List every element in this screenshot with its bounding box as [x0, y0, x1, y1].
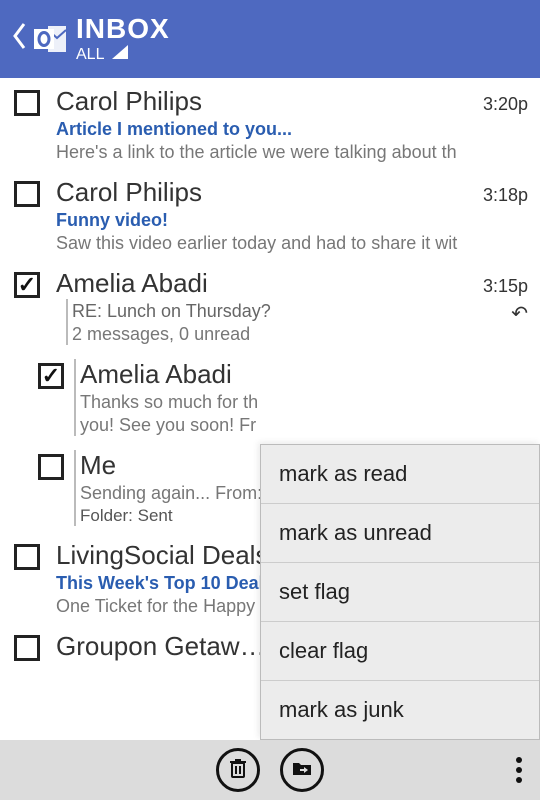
- sender-label: LivingSocial Deals: [56, 540, 268, 571]
- menu-mark-as-read[interactable]: mark as read: [261, 445, 539, 504]
- sender-label: Amelia Abadi: [56, 268, 208, 299]
- inbox-title: INBOX: [76, 14, 170, 45]
- checkbox[interactable]: [14, 90, 40, 116]
- time-label: 3:20p: [483, 94, 528, 115]
- app-header: INBOX ALL: [0, 0, 540, 78]
- move-button[interactable]: [280, 748, 324, 792]
- delete-button[interactable]: [216, 748, 260, 792]
- filter-label[interactable]: ALL: [76, 46, 104, 64]
- menu-mark-as-unread[interactable]: mark as unread: [261, 504, 539, 563]
- sender-label: Carol Philips: [56, 177, 202, 208]
- menu-clear-flag[interactable]: clear flag: [261, 622, 539, 681]
- outlook-logo-icon: [32, 20, 70, 58]
- preview-label: 2 messages, 0 unread: [72, 324, 511, 345]
- menu-mark-as-junk[interactable]: mark as junk: [261, 681, 539, 739]
- signal-icon: [112, 45, 128, 64]
- message-row[interactable]: Amelia Abadi Thanks so much for th you! …: [0, 351, 540, 442]
- message-row[interactable]: Carol Philips 3:20p Article I mentioned …: [0, 78, 540, 169]
- context-menu: mark as read mark as unread set flag cle…: [260, 444, 540, 740]
- time-label: 3:15p: [483, 276, 528, 297]
- preview-label: Thanks so much for th: [80, 392, 528, 413]
- checkbox[interactable]: [38, 454, 64, 480]
- sender-label: Amelia Abadi: [80, 359, 232, 390]
- checkbox[interactable]: [14, 635, 40, 661]
- subject-label: Funny video!: [56, 210, 528, 231]
- message-row[interactable]: Amelia Abadi 3:15p RE: Lunch on Thursday…: [0, 260, 540, 351]
- checkbox[interactable]: [14, 272, 40, 298]
- checkbox[interactable]: [14, 544, 40, 570]
- subject-label: RE: Lunch on Thursday?: [72, 301, 511, 322]
- overflow-menu-button[interactable]: [516, 757, 522, 783]
- checkbox[interactable]: [38, 363, 64, 389]
- preview-label: you! See you soon! Fr: [80, 415, 528, 436]
- folder-move-icon: [291, 759, 313, 782]
- header-text: INBOX ALL: [76, 14, 170, 63]
- time-label: 3:18p: [483, 185, 528, 206]
- sender-label: Carol Philips: [56, 86, 202, 117]
- preview-label: Saw this video earlier today and had to …: [56, 233, 528, 254]
- preview-label: Here's a link to the article we were tal…: [56, 142, 528, 163]
- trash-icon: [228, 757, 248, 784]
- sender-label: Me: [80, 450, 116, 481]
- checkbox[interactable]: [14, 181, 40, 207]
- reply-icon: ↶: [511, 301, 528, 345]
- menu-set-flag[interactable]: set flag: [261, 563, 539, 622]
- subject-label: Article I mentioned to you...: [56, 119, 528, 140]
- back-icon[interactable]: [8, 22, 30, 57]
- sender-label: Groupon Getaways: [56, 631, 276, 662]
- bottom-toolbar: [0, 740, 540, 800]
- message-row[interactable]: Carol Philips 3:18p Funny video! Saw thi…: [0, 169, 540, 260]
- message-list: Carol Philips 3:20p Article I mentioned …: [0, 78, 540, 740]
